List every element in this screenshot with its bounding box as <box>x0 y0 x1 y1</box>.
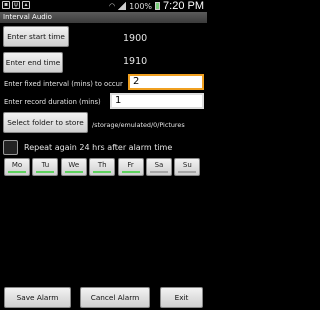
day-toggle-th[interactable]: Th <box>89 158 116 176</box>
day-indicator <box>64 171 83 173</box>
image-icon: ▴ <box>22 1 30 9</box>
day-indicator <box>93 171 112 173</box>
day-toggle-tu[interactable]: Tu <box>32 158 59 176</box>
action-bar: Save Alarm Cancel Alarm Exit <box>0 283 207 310</box>
day-label: Mo <box>11 161 23 169</box>
day-toggle-sa[interactable]: Sa <box>145 158 172 176</box>
day-label: Fr <box>127 161 134 169</box>
exit-button[interactable]: Exit <box>160 287 203 308</box>
notification-icon: ▪ <box>2 1 10 9</box>
cancel-alarm-button[interactable]: Cancel Alarm <box>80 287 150 308</box>
day-indicator <box>149 171 168 173</box>
day-toggle-mo[interactable]: Mo <box>4 158 30 176</box>
day-toggle-fr[interactable]: Fr <box>117 158 144 176</box>
clock: 7:20 PM <box>163 0 204 12</box>
usb-icon: ψ <box>12 1 20 9</box>
duration-label: Enter record duration (mins) <box>4 98 101 106</box>
interval-input[interactable]: 2 <box>128 74 204 90</box>
folder-path: /storage/emulated/0/Pictures <box>92 121 185 129</box>
day-selector: Mo Tu We Th Fr Sa Su <box>4 158 204 176</box>
day-indicator <box>8 171 26 173</box>
day-indicator <box>121 171 140 173</box>
select-folder-button[interactable]: Select folder to store <box>3 112 88 133</box>
app-title: Interval Audio <box>0 12 207 23</box>
day-toggle-su[interactable]: Su <box>174 158 201 176</box>
day-label: We <box>68 161 80 169</box>
wifi-icon: ◠ <box>109 2 116 10</box>
day-toggle-we[interactable]: We <box>60 158 87 176</box>
interval-label: Enter fixed interval (mins) to occur <box>4 80 123 88</box>
save-alarm-button[interactable]: Save Alarm <box>4 287 71 308</box>
day-label: Th <box>97 161 107 169</box>
status-icons-right: ◠ 100% 7:20 PM <box>109 0 204 12</box>
day-label: Tu <box>41 161 50 169</box>
repeat-checkbox[interactable] <box>3 140 18 155</box>
duration-input[interactable]: 1 <box>110 93 204 109</box>
day-indicator <box>178 171 197 173</box>
status-bar: ▪ ψ ▴ ◠ 100% 7:20 PM <box>0 0 207 12</box>
status-icons-left: ▪ ψ ▴ <box>2 1 30 9</box>
day-indicator <box>36 171 55 173</box>
battery-percent: 100% <box>129 1 153 11</box>
signal-icon <box>118 2 127 10</box>
day-label: Sa <box>154 161 164 169</box>
enter-start-time-button[interactable]: Enter start time <box>3 26 69 47</box>
end-time-value: 1910 <box>123 56 148 67</box>
enter-end-time-button[interactable]: Enter end time <box>3 52 63 73</box>
start-time-value: 1900 <box>123 33 148 44</box>
battery-icon <box>155 2 161 10</box>
repeat-label: Repeat again 24 hrs after alarm time <box>24 143 173 152</box>
day-label: Su <box>182 161 192 169</box>
